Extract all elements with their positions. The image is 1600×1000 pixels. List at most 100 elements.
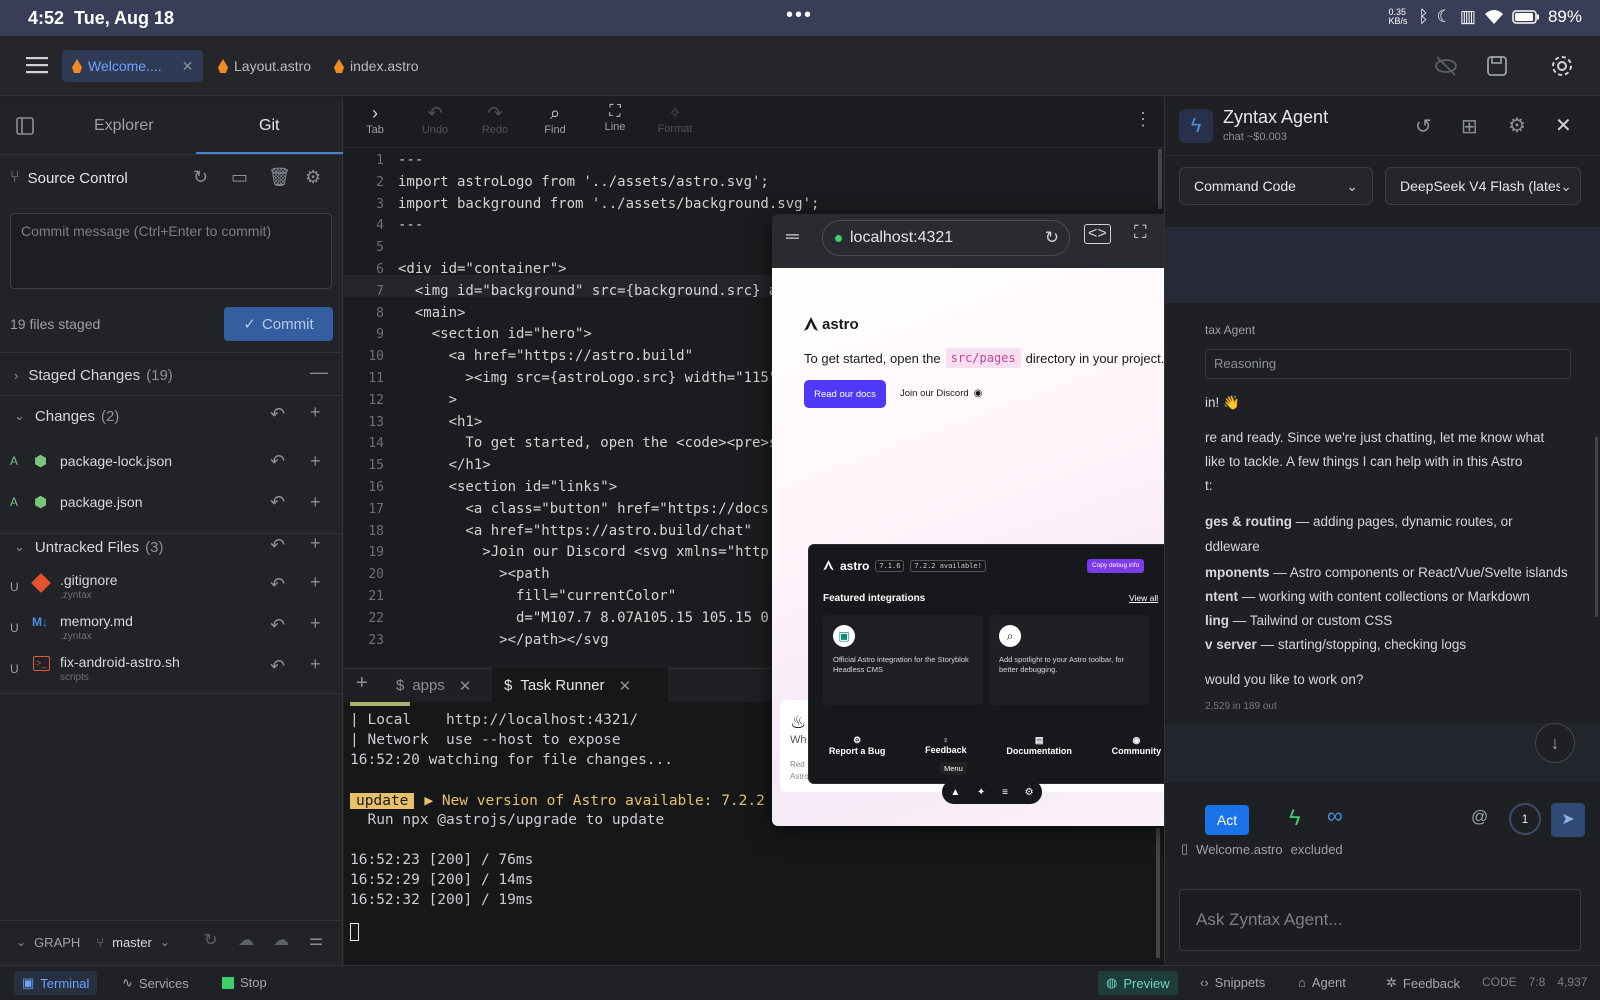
- changes-section[interactable]: ⌄ Changes (2): [0, 404, 343, 428]
- reasoning-collapsible[interactable]: Reasoning: [1205, 349, 1571, 379]
- add-terminal-icon[interactable]: +: [356, 672, 368, 695]
- context-count-badge[interactable]: 1: [1509, 803, 1541, 835]
- commit-message-input[interactable]: Commit message (Ctrl+Enter to commit): [10, 213, 332, 289]
- model-select[interactable]: DeepSeek V4 Flash (latest) ⌄: [1385, 167, 1581, 205]
- view-all-link[interactable]: View all: [1129, 593, 1158, 603]
- astro-menu-icon[interactable]: ▲: [950, 787, 960, 798]
- push-icon[interactable]: ☁: [273, 930, 289, 950]
- gear-icon[interactable]: ⚙: [1508, 113, 1526, 138]
- community-link[interactable]: ◉ Community: [1112, 735, 1162, 756]
- inspect-icon[interactable]: ✦: [977, 787, 985, 798]
- history-icon[interactable]: ↺: [1415, 114, 1432, 139]
- line-button[interactable]: ⛶ Line: [590, 103, 640, 133]
- list-item[interactable]: A ⬢ package-lock.json ↶ +: [0, 449, 343, 473]
- pull-icon[interactable]: ☁: [238, 930, 254, 950]
- tab-layout[interactable]: Layout.astro: [208, 50, 321, 82]
- tab-key-button[interactable]: › Tab: [350, 103, 400, 136]
- agent-button[interactable]: ⌂ Agent: [1298, 975, 1346, 990]
- settings-icon[interactable]: ⚙: [1025, 787, 1034, 798]
- stage-icon[interactable]: +: [310, 492, 321, 513]
- more-vertical-icon[interactable]: ⋮: [1134, 109, 1152, 130]
- feedback-link[interactable]: ♀ Feedback: [925, 735, 967, 756]
- tab-index[interactable]: index.astro: [324, 50, 428, 82]
- report-bug-link[interactable]: ⚙ Report a Bug: [829, 735, 886, 756]
- stop-button[interactable]: Stop: [222, 975, 267, 990]
- stage-all-icon[interactable]: +: [310, 533, 321, 554]
- list-item[interactable]: U .gitignore .zyntax ↶ +: [0, 572, 343, 602]
- discard-icon[interactable]: ↶: [270, 656, 285, 677]
- discard-icon[interactable]: ↶: [270, 615, 285, 636]
- close-icon[interactable]: ✕: [1555, 113, 1572, 138]
- reload-icon[interactable]: ↻: [1045, 228, 1059, 248]
- settings-icon[interactable]: [1550, 54, 1574, 78]
- stage-icon[interactable]: +: [310, 572, 321, 593]
- stage-icon[interactable]: +: [310, 654, 321, 675]
- mode-select[interactable]: Command Code ⌄: [1179, 167, 1373, 205]
- discard-icon[interactable]: ↶: [270, 492, 285, 513]
- branch-selector[interactable]: master: [112, 935, 152, 950]
- integration-card[interactable]: ▣ Official Astro integration for the Sto…: [823, 615, 983, 705]
- tab-git[interactable]: Git: [259, 117, 279, 135]
- hamburger-icon[interactable]: [26, 56, 48, 74]
- copy-debug-button[interactable]: Copy debug info: [1087, 559, 1145, 573]
- list-item[interactable]: U >_ fix-android-astro.sh scripts ↶ +: [0, 654, 343, 684]
- read-docs-button[interactable]: Read our docs: [804, 380, 886, 408]
- scroll-down-button[interactable]: ↓: [1535, 723, 1575, 763]
- graph-label[interactable]: GRAPH: [34, 935, 80, 950]
- trash-icon[interactable]: 🗑: [268, 167, 291, 188]
- list-item[interactable]: A ⬢ package.json ↶ +: [0, 490, 343, 514]
- act-mode-button[interactable]: Act: [1205, 805, 1249, 835]
- more-icon[interactable]: •••: [786, 4, 813, 27]
- tab-welcome[interactable]: Welcome.... ✕: [62, 50, 204, 82]
- discard-icon[interactable]: ↶: [270, 451, 285, 472]
- find-button[interactable]: ⌕ Find: [530, 103, 580, 136]
- new-chat-icon[interactable]: ⊞: [1461, 114, 1478, 139]
- join-discord-link[interactable]: Join our Discord ◉: [900, 388, 982, 399]
- feedback-button[interactable]: ✲ Feedback: [1386, 975, 1460, 991]
- chevron-down-icon[interactable]: ⌄: [16, 935, 26, 949]
- unstage-all-icon[interactable]: —: [310, 362, 328, 383]
- code-view-icon[interactable]: <>: [1084, 224, 1111, 244]
- mention-icon[interactable]: @: [1471, 807, 1488, 827]
- stage-all-icon[interactable]: +: [310, 402, 321, 423]
- gear-icon[interactable]: ⚙: [305, 167, 321, 188]
- scrollbar[interactable]: [1156, 828, 1160, 958]
- preview-button[interactable]: ◍ Preview: [1098, 971, 1178, 995]
- tab-explorer[interactable]: Explorer: [94, 117, 154, 135]
- redo-button[interactable]: ↷ Redo: [470, 103, 520, 136]
- send-button[interactable]: ➤: [1551, 803, 1585, 837]
- chat-input[interactable]: Ask Zyntax Agent...: [1179, 889, 1581, 951]
- integration-card[interactable]: ⌕ Add spotlight to your Astro toolbar, f…: [989, 615, 1149, 705]
- fullscreen-icon[interactable]: ⛶: [1134, 222, 1147, 243]
- sync-icon[interactable]: ↻: [204, 930, 217, 950]
- context-file-chip[interactable]: ▯ Welcome.astro excluded: [1181, 841, 1343, 857]
- filter-icon[interactable]: ⚌: [309, 930, 323, 950]
- stage-icon[interactable]: +: [310, 451, 321, 472]
- untracked-files-section[interactable]: ⌄ Untracked Files (3): [0, 535, 343, 559]
- documentation-link[interactable]: ▤ Documentation: [1006, 735, 1072, 756]
- undo-button[interactable]: ↶ Undo: [410, 103, 460, 136]
- archive-icon[interactable]: ▭: [231, 167, 248, 188]
- commit-button[interactable]: ✓ Commit: [224, 307, 333, 341]
- eye-off-icon[interactable]: [1434, 55, 1458, 77]
- snippets-button[interactable]: ‹› Snippets: [1200, 975, 1265, 990]
- discard-icon[interactable]: ↶: [270, 404, 285, 425]
- scrollbar[interactable]: [1158, 149, 1162, 209]
- infinity-icon[interactable]: ∞: [1327, 803, 1343, 829]
- tab-apps[interactable]: $ apps ✕: [396, 677, 471, 695]
- address-bar[interactable]: localhost:4321 ↻: [822, 220, 1070, 256]
- lightning-icon[interactable]: ϟ: [1289, 805, 1301, 831]
- close-icon[interactable]: ✕: [182, 58, 194, 75]
- scrollbar[interactable]: [1595, 437, 1598, 617]
- audit-icon[interactable]: ≡: [1002, 787, 1008, 798]
- services-button[interactable]: ∿ Services: [122, 975, 189, 991]
- close-icon[interactable]: ✕: [619, 677, 632, 695]
- save-icon[interactable]: [1486, 55, 1508, 77]
- sidebar-toggle-icon[interactable]: [16, 117, 34, 135]
- terminal-button[interactable]: ▣ Terminal: [14, 971, 98, 995]
- discard-icon[interactable]: ↶: [270, 535, 285, 556]
- stage-icon[interactable]: +: [310, 613, 321, 634]
- list-item[interactable]: U M↓ memory.md .zyntax ↶ +: [0, 613, 343, 643]
- staged-changes-section[interactable]: › Staged Changes (19): [0, 363, 343, 387]
- discard-icon[interactable]: ↶: [270, 574, 285, 595]
